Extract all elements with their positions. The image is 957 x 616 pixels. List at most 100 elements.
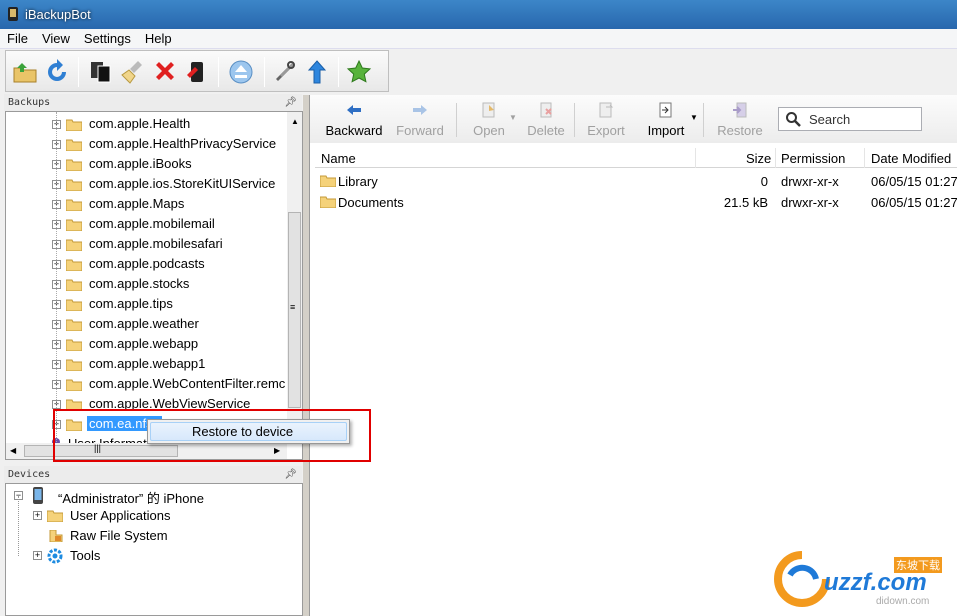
window-title: iBackupBot (25, 7, 91, 22)
user-applications-label: User Applications (70, 508, 171, 523)
file-name: Documents (338, 195, 404, 210)
import-icon (659, 102, 672, 118)
delete-button[interactable]: Delete (524, 101, 568, 141)
restore-button[interactable]: Restore (712, 101, 768, 141)
folder-icon (47, 510, 63, 522)
menu-help[interactable]: Help (138, 29, 179, 46)
backup-item-label: com.apple.iBooks (89, 156, 192, 171)
import-button[interactable]: Import (642, 101, 690, 141)
folder-icon (66, 339, 82, 351)
file-browser-pane: Backward Forward Open ▼ Delete Export Im… (309, 95, 957, 616)
main-toolbar (5, 50, 389, 92)
column-permission[interactable]: Permission (781, 151, 845, 166)
open-button[interactable]: Open (468, 101, 510, 141)
tools-icon[interactable] (272, 59, 298, 85)
copy-icon[interactable] (88, 59, 114, 85)
folder-icon (66, 279, 82, 291)
search-placeholder: Search (809, 112, 851, 127)
open-file-icon (482, 102, 495, 118)
clean-icon[interactable] (120, 59, 146, 85)
file-name: Library (338, 174, 378, 189)
refresh-icon[interactable] (44, 59, 70, 85)
devices-panel-header: Devices 📌︎ (4, 466, 302, 483)
title-bar: iBackupBot (0, 0, 957, 29)
devices-panel-title: Devices (8, 469, 51, 480)
backups-tree: + com.apple.Health + com.apple.HealthPrivac… (5, 111, 303, 460)
backup-item-label: com.apple.Health (89, 116, 191, 131)
backup-item-label: com.apple.stocks (89, 276, 190, 291)
eject-icon[interactable] (228, 59, 254, 85)
column-name[interactable]: Name (321, 151, 356, 166)
backup-item-label: com.apple.tips (89, 296, 173, 311)
menu-settings[interactable]: Settings (77, 29, 138, 46)
column-date-modified[interactable]: Date Modified (871, 151, 951, 166)
watermark-sub: didown.com (876, 596, 930, 607)
restore-icon (733, 102, 747, 118)
watermark-swirl-icon (774, 551, 830, 607)
table-row[interactable]: Library 0 drwxr-xr-x 06/05/15 01:27 (315, 171, 957, 192)
backup-item-label: com.apple.webapp1 (89, 356, 206, 371)
folder-icon (66, 219, 82, 231)
upload-arrow-icon[interactable] (304, 59, 330, 85)
import-dropdown-icon[interactable]: ▼ (690, 113, 698, 122)
backup-item-label: com.apple.webapp (89, 336, 199, 351)
open-dropdown-icon[interactable]: ▼ (509, 113, 517, 122)
backup-item-label: com.apple.podcasts (89, 256, 205, 271)
forward-button[interactable]: Forward (392, 101, 448, 141)
star-icon[interactable] (346, 59, 372, 85)
phone-tool-icon[interactable] (184, 59, 210, 85)
delete-label: Delete (527, 123, 565, 138)
folder-icon (66, 299, 82, 311)
folder-icon (66, 359, 82, 371)
backup-item-label: com.apple.ios.StoreKitUIService (89, 176, 276, 191)
folder-icon (66, 179, 82, 191)
folder-icon (66, 319, 82, 331)
backup-item-label: com.apple.weather (89, 316, 199, 331)
backup-item-label: com.apple.mobilesafari (89, 236, 223, 251)
backups-panel-title: Backups (8, 97, 51, 108)
folder-icon (66, 199, 82, 211)
file-date: 06/05/15 01:27 (871, 174, 957, 189)
backward-label: Backward (325, 123, 383, 138)
iphone-icon (33, 487, 43, 504)
backup-item-label: com.apple.Maps (89, 196, 185, 211)
menu-file[interactable]: File (0, 29, 35, 46)
app-icon (8, 7, 18, 21)
menu-view[interactable]: View (35, 29, 77, 46)
forward-label: Forward (396, 123, 444, 138)
arrow-left-icon (347, 105, 361, 115)
backups-vertical-scrollbar[interactable]: ▲ ≡ ▼ (287, 112, 302, 443)
raw-file-system-label: Raw File System (70, 528, 168, 543)
restore-label: Restore (717, 123, 763, 138)
folder-icon (66, 239, 82, 251)
folder-icon (66, 379, 82, 391)
backward-button[interactable]: Backward (322, 101, 386, 141)
device-name: “Administrator” 的 iPhone (58, 491, 204, 506)
file-size: 21.5 kB (723, 195, 768, 210)
menu-bar: File View Settings Help (0, 29, 957, 49)
watermark-cn: 东坡下载 (894, 557, 942, 573)
backup-item-label: com.apple.WebContentFilter.remc (89, 376, 286, 391)
folder-icon (320, 175, 336, 187)
open-folder-icon[interactable] (12, 59, 38, 85)
open-label: Open (473, 123, 505, 138)
table-row[interactable]: Documents 21.5 kB drwxr-xr-x 06/05/15 01… (315, 192, 957, 213)
export-button[interactable]: Export (582, 101, 630, 141)
pin-icon[interactable]: 📌︎ (284, 469, 297, 480)
file-date: 06/05/15 01:27 (871, 195, 957, 210)
export-label: Export (587, 123, 625, 138)
folder-icon (66, 119, 82, 131)
file-toolbar: Backward Forward Open ▼ Delete Export Im… (310, 95, 957, 143)
folder-icon (320, 196, 336, 208)
column-size[interactable]: Size (746, 151, 771, 166)
search-input[interactable]: Search (778, 107, 922, 131)
file-system-icon (49, 530, 63, 542)
highlight-annotation-box (53, 409, 371, 462)
pin-icon[interactable]: 📌︎ (284, 97, 297, 108)
folder-icon (66, 259, 82, 271)
file-size: 0 (760, 174, 768, 189)
delete-icon[interactable] (152, 59, 178, 85)
tools-label: Tools (70, 548, 101, 563)
delete-file-icon (540, 102, 552, 118)
folder-icon (66, 159, 82, 171)
